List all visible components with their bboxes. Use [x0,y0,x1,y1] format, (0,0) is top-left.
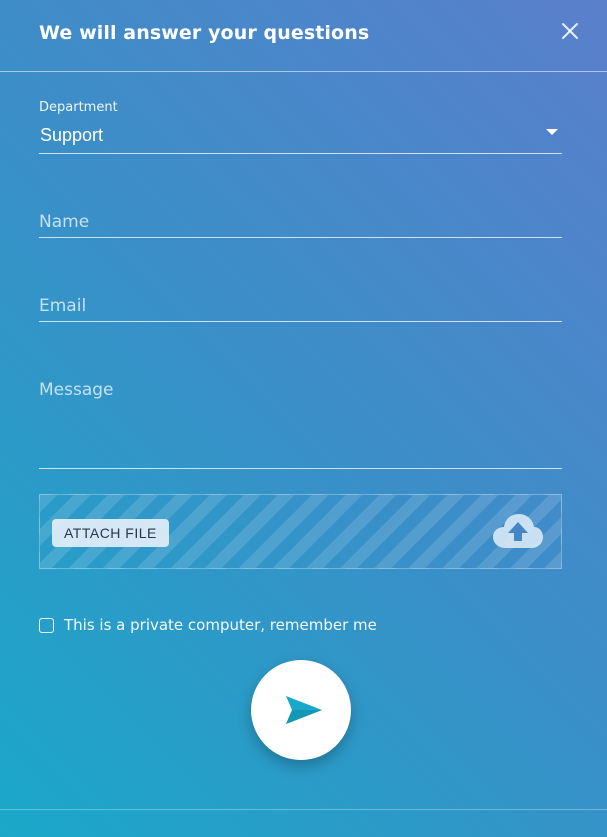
dialog-header: We will answer your questions [0,0,607,72]
message-placeholder: Message [39,380,114,400]
file-drop-zone[interactable]: ATTACH FILE [39,494,562,569]
remember-me-checkbox[interactable] [39,618,54,633]
department-value: Support [40,125,104,145]
attach-file-button[interactable]: ATTACH FILE [52,519,169,547]
name-placeholder: Name [39,212,90,232]
dialog-title: We will answer your questions [39,22,370,44]
name-input[interactable]: Name [39,210,562,238]
message-textarea[interactable]: Message [39,378,562,469]
department-select[interactable]: Department Support [39,100,562,154]
department-label: Department [39,100,118,115]
email-placeholder: Email [39,296,87,316]
dropdown-arrow-icon [546,129,558,135]
email-input[interactable]: Email [39,294,562,322]
send-button[interactable] [251,660,351,760]
remember-me-label[interactable]: This is a private computer, remember me [64,616,377,634]
footer-divider [0,809,607,810]
send-icon [286,696,322,724]
close-icon [562,23,578,39]
cloud-upload-icon[interactable] [492,512,544,550]
close-button[interactable] [560,21,580,41]
